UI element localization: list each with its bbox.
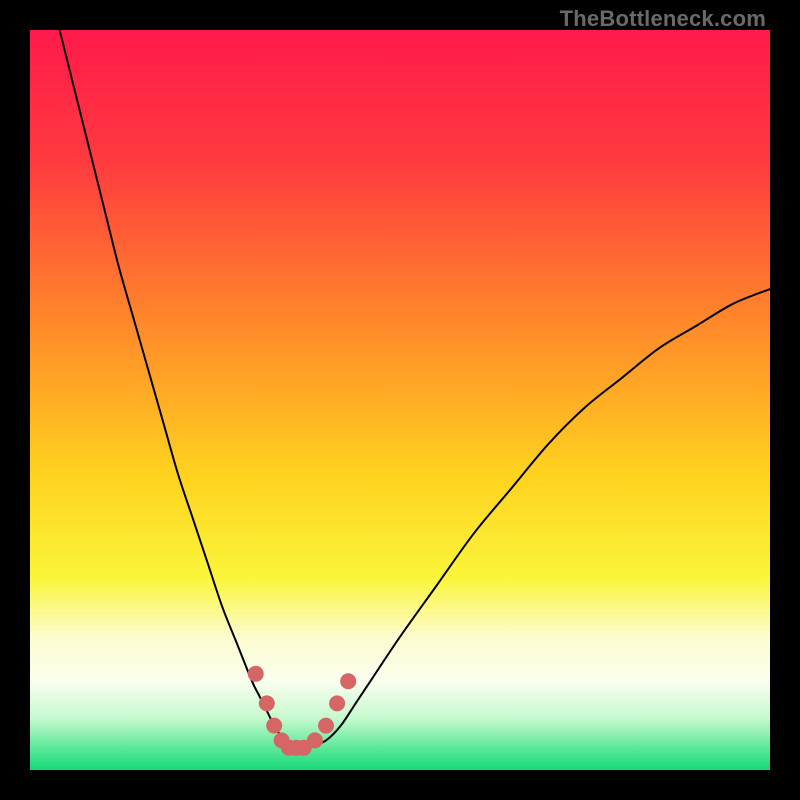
marker-dot — [340, 673, 356, 689]
plot-area — [30, 30, 770, 770]
chart-svg — [30, 30, 770, 770]
marker-dot — [248, 666, 264, 682]
outer-frame: TheBottleneck.com — [0, 0, 800, 800]
marker-dot — [307, 732, 323, 748]
marker-dot — [266, 718, 282, 734]
marker-dot — [329, 695, 345, 711]
marker-dot — [318, 718, 334, 734]
highlight-markers — [248, 666, 357, 756]
marker-dot — [259, 695, 275, 711]
bottleneck-curve — [60, 30, 770, 748]
watermark-text: TheBottleneck.com — [560, 6, 766, 32]
